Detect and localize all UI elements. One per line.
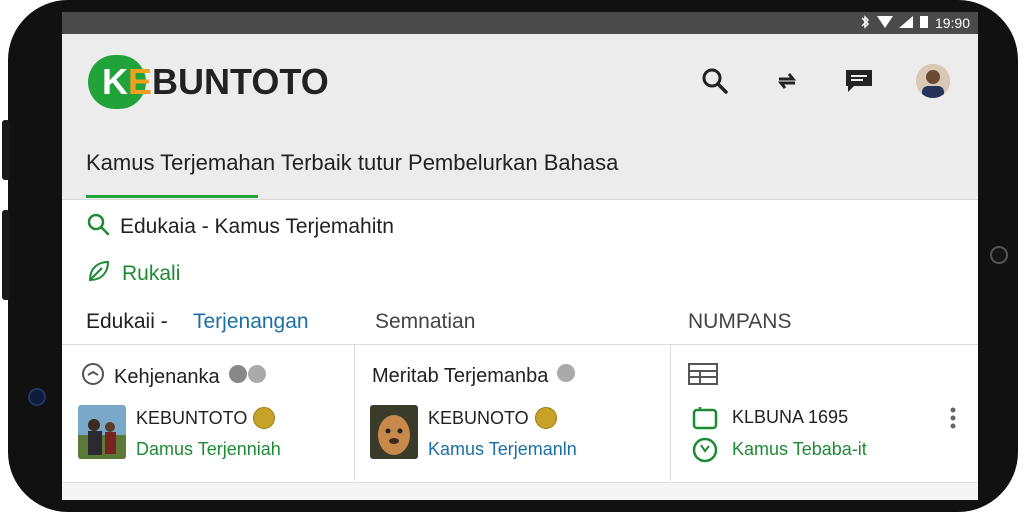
section-middle[interactable]: Semnatian (375, 310, 475, 334)
card-2-brand: KEBUNOTO (428, 407, 557, 429)
badge-icon (228, 364, 268, 390)
card-1-title: Kehjenanka (80, 363, 268, 391)
status-icons: 19:90 (859, 14, 970, 32)
bottom-list-peek (62, 482, 978, 500)
status-bar: 19:90 (62, 12, 978, 34)
card-1-thumbnail (78, 405, 126, 459)
card-2-brand-text: KEBUNOTO (428, 407, 529, 428)
coin-icon (253, 407, 276, 429)
card-row: Kehjenanka KEBUNTOTO Damus Terjenniah Me… (62, 344, 978, 485)
card-1-brand-text: KEBUNTOTO (136, 407, 248, 428)
bluetooth-icon (859, 14, 871, 32)
logo-text: KEBUNTOTO (102, 61, 329, 102)
app-header: KEBUNTOTO Kamus Terjemahan Terbaik tutur… (62, 34, 978, 200)
search-suggestion[interactable]: Edukaia - Kamus Terjemahitn (86, 212, 394, 242)
search-icon (86, 212, 110, 242)
volume-button (2, 120, 10, 180)
header-actions (700, 64, 950, 98)
badge-icon (556, 363, 576, 389)
front-camera (28, 388, 46, 406)
wifi-icon (876, 15, 893, 31)
card-2-title-text: Meritab Terjemanba (372, 364, 549, 387)
page-subtitle: Kamus Terjemahan Terbaik tutur Pembelurk… (86, 150, 619, 175)
section-right[interactable]: NUMPANS (688, 310, 791, 334)
card-1-title-text: Kehjenanka (114, 365, 220, 388)
sync-icon[interactable] (772, 66, 802, 96)
active-tab-indicator (86, 195, 258, 198)
search-suggestion-text: Edukaia - Kamus Terjemahitn (120, 215, 394, 238)
clock-time: 19:90 (934, 15, 970, 31)
folder-icon (692, 405, 718, 436)
more-options-icon[interactable] (950, 407, 956, 434)
card-2[interactable]: Meritab Terjemanba KEBUNOTO Kamus Terjem… (354, 345, 671, 481)
sensor-dot (990, 246, 1008, 264)
leaf-icon (86, 258, 112, 290)
card-1[interactable]: Kehjenanka KEBUNTOTO Damus Terjenniah (62, 345, 355, 481)
card-3-title (688, 363, 726, 391)
clock-icon (692, 437, 718, 468)
card-1-brand: KEBUNTOTO (136, 407, 276, 429)
avatar[interactable] (916, 64, 950, 98)
rukali-item[interactable]: Rukali (86, 258, 180, 290)
table-icon (688, 363, 718, 391)
battery-icon (919, 15, 929, 32)
rukali-label: Rukali (122, 262, 181, 285)
device-frame: 19:90 KEBUNTOTO Kamus Terjemahan Terbaik… (0, 0, 1024, 512)
app-screen: 19:90 KEBUNTOTO Kamus Terjemahan Terbaik… (62, 12, 978, 500)
chat-icon[interactable] (844, 66, 874, 96)
card-3-subtitle: Kamus Tebaba-it (732, 439, 867, 459)
card-3-brand: KLBUNA 1695 (732, 407, 848, 428)
signal-icon (898, 15, 913, 31)
section-left-prefix: Edukaii - (86, 310, 168, 333)
card-2-title: Meritab Terjemanba (372, 363, 576, 389)
card-2-thumbnail (370, 405, 418, 459)
coin-icon (534, 407, 557, 429)
power-button (2, 210, 10, 300)
card-2-subtitle: Kamus Terjemanln (428, 439, 577, 459)
card-1-subtitle: Damus Terjenniah (136, 439, 281, 459)
card-3[interactable]: KLBUNA 1695 Kamus Tebaba-it (670, 345, 978, 481)
app-logo[interactable]: KEBUNTOTO (88, 54, 329, 110)
section-left-link[interactable]: Terjenangan (193, 310, 309, 334)
link-icon (80, 363, 106, 391)
search-icon[interactable] (700, 66, 730, 96)
card-3-brand-text: KLBUNA 1695 (732, 407, 849, 427)
